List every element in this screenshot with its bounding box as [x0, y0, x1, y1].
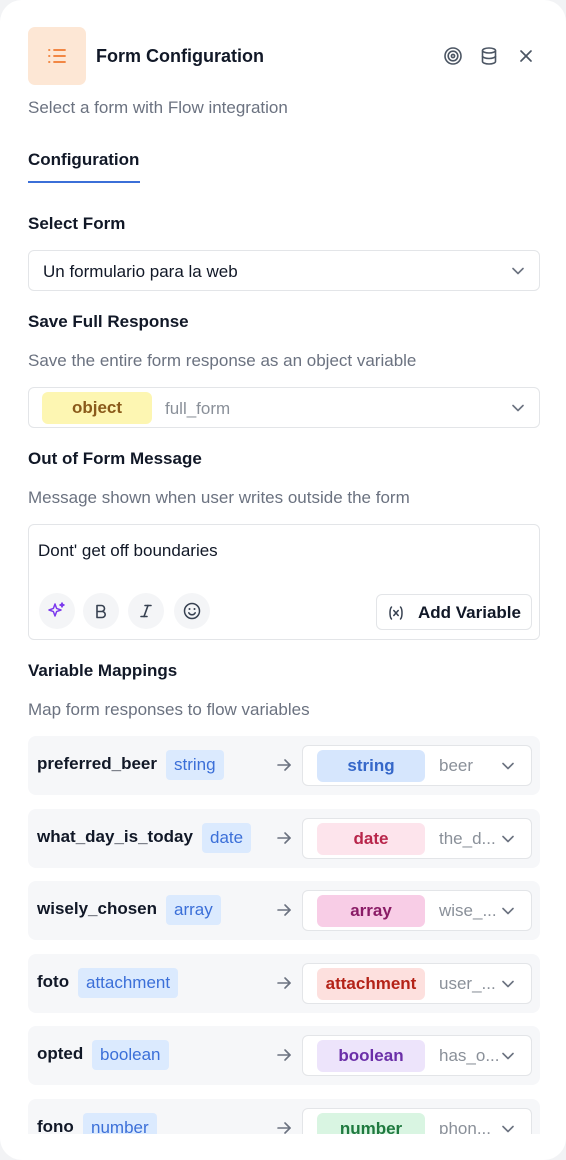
chevron-down-icon: [501, 977, 515, 991]
target-icon[interactable]: [441, 44, 465, 68]
database-icon[interactable]: [477, 44, 501, 68]
select-form-dropdown[interactable]: Un formulario para la web: [28, 250, 540, 291]
form-field-name: fono: [37, 1116, 74, 1135]
out-of-form-message-text[interactable]: Dont' get off boundaries: [38, 541, 218, 561]
flow-variable-name: wise_...: [439, 901, 497, 920]
mapping-row: foto attachment attachment user_...: [28, 953, 540, 1013]
flow-variable-name: has_o...: [439, 1046, 500, 1065]
out-of-form-message-editor[interactable]: Dont' get off boundaries Add Variable: [28, 524, 540, 640]
form-field-name: opted: [37, 1044, 84, 1063]
flow-variable-name: beer: [439, 756, 474, 775]
variable-type-badge: number: [317, 1112, 425, 1134]
list-icon: [28, 27, 86, 85]
flow-variable-name: user_...: [439, 973, 496, 993]
flow-variable-select[interactable]: attachment user_...: [302, 962, 532, 1004]
variable-type-badge: date: [317, 822, 425, 855]
arrow-right-icon: [275, 1119, 293, 1135]
out-of-form-label: Out of Form Message: [28, 449, 202, 468]
mapping-row: fono number number phon...: [28, 1098, 540, 1135]
variable-type-badge: string: [317, 750, 425, 782]
variable-mappings-label: Variable Mappings: [28, 661, 178, 680]
chevron-down-icon: [501, 904, 515, 918]
variable-type-badge: attachment: [317, 967, 425, 1000]
form-field-type-badge: array: [166, 895, 221, 925]
out-of-form-help: Message shown when user writes outside t…: [28, 488, 410, 507]
add-variable-button[interactable]: Add Variable: [376, 594, 532, 630]
chevron-down-icon: [501, 832, 515, 846]
panel-subtitle: Select a form with Flow integration: [28, 98, 288, 117]
variable-type-badge: array: [317, 895, 425, 927]
flow-variable-select[interactable]: number phon...: [302, 1107, 532, 1135]
type-badge-object: object: [42, 392, 152, 424]
chevron-down-icon: [501, 1122, 515, 1135]
form-field-type-badge: attachment: [78, 967, 179, 998]
form-configuration-panel: Form Configuration Select a form with Fl…: [0, 0, 566, 1160]
chevron-down-icon: [511, 264, 525, 278]
tab-configuration[interactable]: Configuration: [28, 150, 139, 170]
add-variable-label: Add Variable: [418, 603, 521, 622]
panel-title: Form Configuration: [96, 46, 264, 66]
arrow-right-icon: [275, 974, 293, 992]
close-icon[interactable]: [514, 44, 538, 68]
variable-mappings-help: Map form responses to flow variables: [28, 700, 310, 719]
mapping-row: what_day_is_today date date the_d...: [28, 808, 540, 868]
flow-variable-name: the_d...: [439, 828, 496, 848]
panel-content: Form Configuration Select a form with Fl…: [0, 0, 566, 1134]
active-tab-indicator: [28, 181, 140, 183]
flow-variable-select[interactable]: array wise_...: [302, 890, 532, 931]
flow-variable-select[interactable]: string beer: [302, 745, 532, 786]
chevron-down-icon: [501, 1049, 515, 1063]
variable-icon: [387, 604, 405, 622]
variable-type-badge: boolean: [317, 1040, 425, 1072]
form-field-type-badge: string: [166, 750, 224, 780]
save-full-response-help: Save the entire form response as an obje…: [28, 351, 417, 370]
arrow-right-icon: [275, 829, 293, 847]
form-field-name: foto: [37, 971, 70, 991]
mapping-row: opted boolean boolean has_o...: [28, 1026, 540, 1085]
bold-icon[interactable]: [83, 593, 119, 629]
form-field-type-badge: date: [202, 822, 252, 853]
chevron-down-icon: [511, 401, 525, 415]
select-form-label: Select Form: [28, 214, 126, 233]
full-response-variable-select[interactable]: object full_form: [28, 387, 540, 428]
arrow-right-icon: [275, 901, 293, 919]
full-response-variable: full_form: [165, 399, 231, 418]
flow-variable-select[interactable]: date the_d...: [302, 817, 532, 859]
form-field-name: what_day_is_today: [37, 826, 193, 846]
form-field-name: preferred_beer: [37, 754, 158, 773]
flow-variable-name: phon...: [439, 1118, 491, 1135]
flow-variable-select[interactable]: boolean has_o...: [302, 1035, 532, 1076]
sparkle-icon[interactable]: [39, 593, 75, 629]
mapping-row: preferred_beer string string beer: [28, 736, 540, 795]
form-field-type-badge: boolean: [92, 1040, 169, 1070]
form-field-type-badge: number: [83, 1112, 157, 1134]
mapping-row: wisely_chosen array array wise_...: [28, 881, 540, 940]
form-field-name: wisely_chosen: [37, 899, 158, 918]
arrow-right-icon: [275, 756, 293, 774]
italic-icon[interactable]: [128, 593, 164, 629]
save-full-response-label: Save Full Response: [28, 312, 189, 331]
select-form-value: Un formulario para la web: [43, 262, 238, 281]
emoji-icon[interactable]: [174, 593, 210, 629]
chevron-down-icon: [501, 759, 515, 773]
arrow-right-icon: [275, 1046, 293, 1064]
